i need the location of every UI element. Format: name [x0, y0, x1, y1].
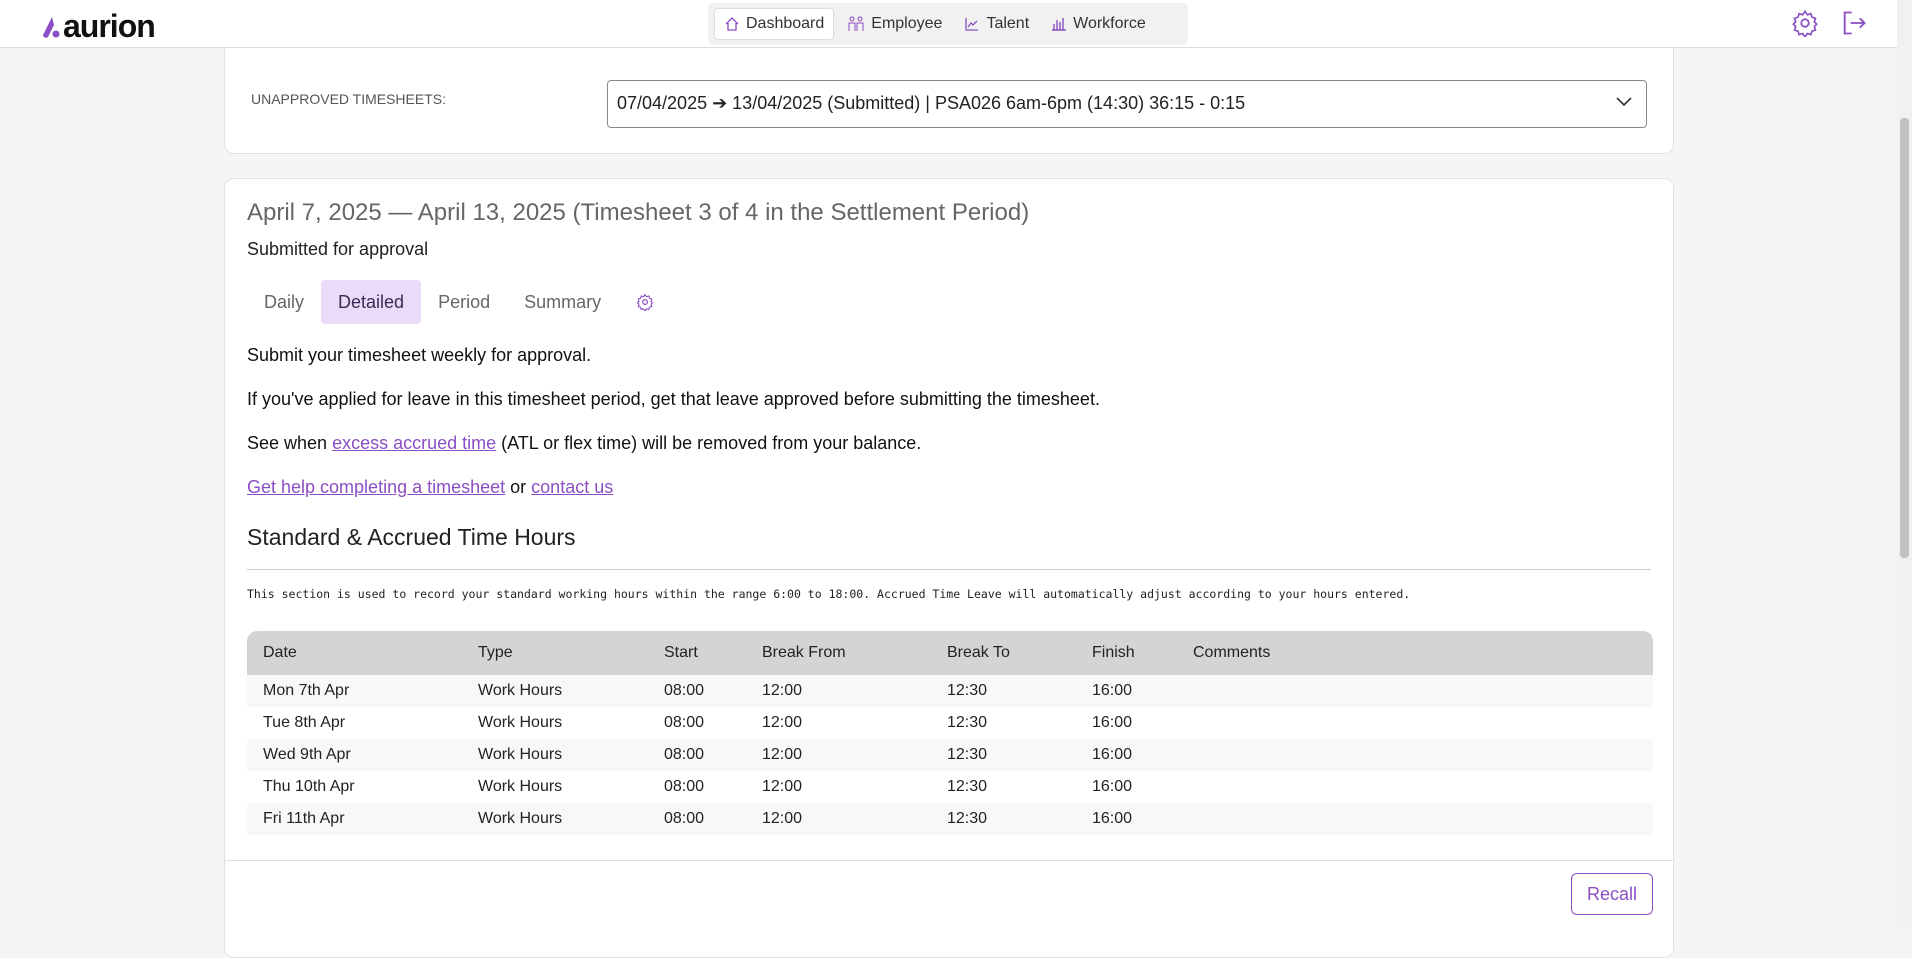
- tab-summary[interactable]: Summary: [507, 280, 618, 324]
- table-cell: 12:30: [947, 682, 988, 699]
- help-text: Get help completing a timesheet or conta…: [247, 477, 613, 498]
- table-cell: Thu 10th Apr: [263, 778, 355, 795]
- text: (ATL or flex time) will be removed from …: [496, 433, 922, 453]
- table-cell: 12:00: [762, 746, 803, 763]
- timesheet-select-value: 07/04/2025 ➔ 13/04/2025 (Submitted) | PS…: [617, 93, 1246, 113]
- nav-label: Workforce: [1073, 15, 1146, 32]
- chevron-down-icon: [1616, 97, 1632, 107]
- help-timesheet-link[interactable]: Get help completing a timesheet: [247, 477, 505, 497]
- table-body: Mon 7th Apr Work Hours 08:00 12:00 12:30 16:0…: [247, 675, 1653, 835]
- section-note: This section is used to record your stan…: [247, 587, 1411, 601]
- table-row: Wed 9th Apr Work Hours 08:00 12:00 12:30 16:0…: [247, 739, 1653, 771]
- logo-mark-icon: [43, 16, 60, 38]
- nav-talent[interactable]: Talent: [955, 9, 1038, 39]
- text: See when: [247, 433, 333, 453]
- column-header: Break From: [762, 644, 846, 661]
- table-cell: 16:00: [1092, 714, 1133, 731]
- table-row: Mon 7th Apr Work Hours 08:00 12:00 12:30 16:0…: [247, 675, 1653, 707]
- view-tabs: Daily Detailed Period Summary: [247, 280, 654, 324]
- nav-workforce[interactable]: Workforce: [1042, 9, 1155, 39]
- table-cell: Mon 7th Apr: [263, 682, 350, 699]
- bar-chart-icon: [1052, 18, 1067, 31]
- logout-icon[interactable]: [1840, 9, 1868, 37]
- section-title: Standard & Accrued Time Hours: [247, 524, 576, 550]
- aurion-logo[interactable]: aurion: [40, 8, 156, 45]
- nav-label: Talent: [986, 15, 1030, 32]
- column-header: Comments: [1193, 644, 1271, 661]
- scrollbar[interactable]: [1897, 0, 1912, 928]
- table-cell: Tue 8th Apr: [263, 714, 346, 731]
- table-cell: Fri 11th Apr: [263, 810, 345, 827]
- table-cell: 12:30: [947, 746, 988, 763]
- timesheet-title: April 7, 2025 — April 13, 2025 (Timeshee…: [247, 199, 1030, 226]
- table-cell: 08:00: [664, 682, 705, 699]
- table-cell: Work Hours: [478, 810, 563, 827]
- hours-table: Date Type Start Break From Break To Finish Com…: [247, 631, 1653, 835]
- column-header: Type: [478, 644, 513, 661]
- table-cell: 12:30: [947, 810, 988, 827]
- table-cell: 08:00: [664, 714, 705, 731]
- table-cell: 16:00: [1092, 746, 1133, 763]
- column-header: Finish: [1092, 644, 1135, 661]
- recall-button[interactable]: Recall: [1571, 873, 1653, 915]
- table-cell: 12:30: [947, 778, 988, 795]
- instruction-text: Submit your timesheet weekly for approva…: [247, 345, 592, 365]
- main-nav: Dashboard Employee Talent Workforce: [708, 3, 1188, 45]
- leave-instruction-text: If you've applied for leave in this time…: [247, 389, 1100, 409]
- chart-line-icon: [965, 18, 979, 31]
- tab-period[interactable]: Period: [421, 280, 507, 324]
- table-cell: 12:00: [762, 778, 803, 795]
- footer-divider: [225, 860, 1673, 861]
- table-cell: 12:00: [762, 682, 803, 699]
- table-cell: 12:00: [762, 714, 803, 731]
- table-row: Thu 10th Apr Work Hours 08:00 12:00 12:30 16:…: [247, 771, 1653, 803]
- table-cell: 16:00: [1092, 778, 1133, 795]
- timesheet-select[interactable]: 07/04/2025 ➔ 13/04/2025 (Submitted) | PS…: [607, 80, 1647, 128]
- table-cell: Wed 9th Apr: [263, 746, 351, 763]
- scrollbar-thumb[interactable]: [1900, 118, 1909, 558]
- nav-label: Employee: [871, 15, 943, 32]
- table-cell: 12:30: [947, 714, 988, 731]
- table-cell: Work Hours: [478, 682, 563, 699]
- table-cell: 08:00: [664, 746, 705, 763]
- nav-label: Dashboard: [746, 15, 825, 32]
- home-icon: [725, 17, 739, 31]
- text: or: [505, 477, 532, 497]
- table-cell: 08:00: [664, 810, 705, 827]
- tab-daily[interactable]: Daily: [247, 280, 321, 324]
- nav-dashboard[interactable]: Dashboard: [714, 8, 835, 40]
- logo-text: aurion: [63, 8, 156, 44]
- people-icon: [848, 16, 864, 31]
- accrued-time-text: See when excess accrued time (ATL or fle…: [247, 433, 921, 454]
- table-cell: 16:00: [1092, 682, 1133, 699]
- column-header: Date: [263, 644, 297, 661]
- top-header: aurion Dashboard Employee Talent Workfor…: [0, 0, 1897, 48]
- column-header: Break To: [947, 644, 1010, 661]
- timesheet-status: Submitted for approval: [247, 239, 429, 259]
- table-row: Tue 8th Apr Work Hours 08:00 12:00 12:30 16:0…: [247, 707, 1653, 739]
- settings-gear-icon[interactable]: [636, 293, 654, 311]
- timesheet-card: April 7, 2025 — April 13, 2025 (Timeshee…: [224, 178, 1674, 958]
- table-cell: Work Hours: [478, 778, 563, 795]
- table-cell: 16:00: [1092, 810, 1133, 827]
- column-header: Start: [664, 644, 698, 661]
- table-cell: Work Hours: [478, 714, 563, 731]
- table-row: Fri 11th Apr Work Hours 08:00 12:00 12:30 16:…: [247, 803, 1653, 835]
- unapproved-label: UNAPPROVED TIMESHEETS:: [251, 91, 447, 107]
- tab-detailed[interactable]: Detailed: [321, 280, 422, 324]
- gear-icon[interactable]: [1791, 9, 1819, 37]
- table-header: Date Type Start Break From Break To Finish Com…: [247, 631, 1653, 675]
- table-cell: Work Hours: [478, 746, 563, 763]
- contact-us-link[interactable]: contact us: [531, 477, 613, 497]
- excess-accrued-time-link[interactable]: excess accrued time: [332, 433, 496, 453]
- table-cell: 12:00: [762, 810, 803, 827]
- divider: [247, 569, 1651, 570]
- nav-employee[interactable]: Employee: [838, 9, 951, 39]
- table-cell: 08:00: [664, 778, 705, 795]
